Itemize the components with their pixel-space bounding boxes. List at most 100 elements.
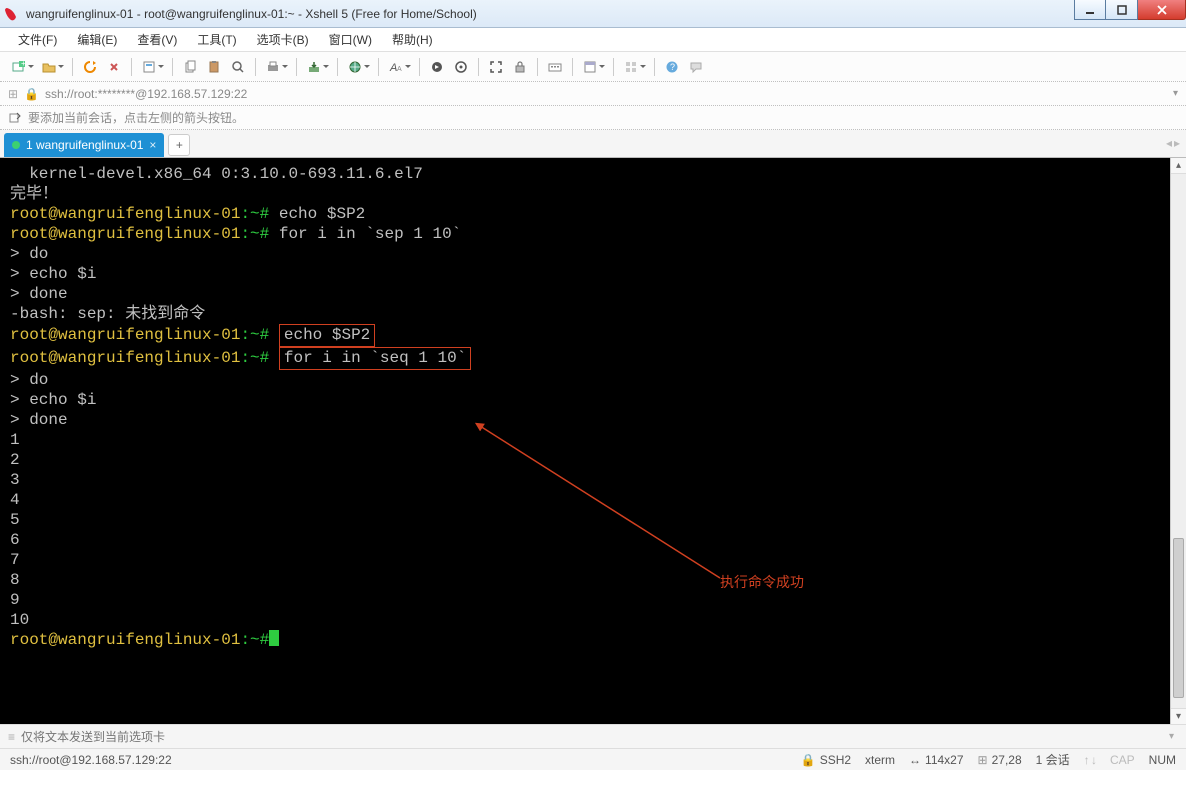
terminal-line: > done xyxy=(10,410,1160,430)
paste-button[interactable] xyxy=(203,56,225,78)
toolbar-separator xyxy=(478,58,479,76)
terminal-line: > echo $i xyxy=(10,264,1160,284)
menubar: 文件(F) 编辑(E) 查看(V) 工具(T) 选项卡(B) 窗口(W) 帮助(… xyxy=(0,28,1186,52)
terminal-line: 7 xyxy=(10,550,1160,570)
app-icon xyxy=(4,6,20,22)
font-button[interactable]: AA xyxy=(385,56,407,78)
tab-prev-icon[interactable]: ◂ xyxy=(1166,136,1172,150)
reconnect-button[interactable] xyxy=(79,56,101,78)
script-button[interactable] xyxy=(426,56,448,78)
disconnect-button[interactable] xyxy=(103,56,125,78)
address-dropdown-icon[interactable]: ▾ xyxy=(1173,88,1178,99)
properties-button[interactable] xyxy=(138,56,160,78)
terminal-line: > do xyxy=(10,370,1160,390)
terminal-line: 4 xyxy=(10,490,1160,510)
toolbar-separator xyxy=(72,58,73,76)
terminal-line: > do xyxy=(10,244,1160,264)
terminal[interactable]: kernel-devel.x86_64 0:3.10.0-693.11.6.el… xyxy=(0,158,1170,724)
svg-text:+: + xyxy=(21,60,26,68)
vertical-scrollbar[interactable]: ▴ ▾ xyxy=(1170,158,1186,724)
lock-button[interactable] xyxy=(509,56,531,78)
svg-text:A: A xyxy=(397,66,402,73)
tab-status-icon xyxy=(12,141,20,149)
menu-tools[interactable]: 工具(T) xyxy=(189,29,244,50)
tab-nav: ◂ ▸ xyxy=(1166,136,1180,150)
menu-help[interactable]: 帮助(H) xyxy=(384,29,441,50)
window-title: wangruifenglinux-01 - root@wangruifengli… xyxy=(26,7,1182,21)
fullscreen-button[interactable] xyxy=(485,56,507,78)
transfer-button[interactable] xyxy=(303,56,325,78)
toolbar-separator xyxy=(419,58,420,76)
status-sessions: 1 会话 xyxy=(1036,751,1070,768)
lock-icon: 🔒 xyxy=(24,87,39,101)
toolbar-separator xyxy=(255,58,256,76)
tab-add-button[interactable]: + xyxy=(168,134,190,156)
copy-button[interactable] xyxy=(179,56,201,78)
tab-next-icon[interactable]: ▸ xyxy=(1174,136,1180,150)
minimize-button[interactable] xyxy=(1074,0,1106,20)
close-button[interactable] xyxy=(1138,0,1186,20)
terminal-line: 1 xyxy=(10,430,1160,450)
send-input[interactable] xyxy=(21,730,1159,744)
menu-file[interactable]: 文件(F) xyxy=(10,29,65,50)
maximize-button[interactable] xyxy=(1106,0,1138,20)
toolbar-separator xyxy=(337,58,338,76)
status-num: NUM xyxy=(1149,753,1176,767)
terminal-line: 2 xyxy=(10,450,1160,470)
print-button[interactable] xyxy=(262,56,284,78)
menu-tab[interactable]: 选项卡(B) xyxy=(249,29,317,50)
svg-text:?: ? xyxy=(670,62,675,72)
status-term-type: xterm xyxy=(865,753,895,767)
terminal-line: 5 xyxy=(10,510,1160,530)
terminal-line: 3 xyxy=(10,470,1160,490)
scroll-up-icon[interactable]: ▴ xyxy=(1171,158,1186,174)
terminal-area: kernel-devel.x86_64 0:3.10.0-693.11.6.el… xyxy=(0,158,1186,724)
status-connection: ssh://root@192.168.57.129:22 xyxy=(10,753,787,767)
terminal-line: 完毕！ xyxy=(10,184,1160,204)
hint-bar: 要添加当前会话，点击左侧的箭头按钮。 xyxy=(0,106,1186,130)
scrollbar-thumb[interactable] xyxy=(1173,538,1184,698)
status-cap: CAP xyxy=(1110,753,1135,767)
session-tab[interactable]: 1 wangruifenglinux-01 × xyxy=(4,133,164,157)
menu-edit[interactable]: 编辑(E) xyxy=(69,29,125,50)
tile-button[interactable] xyxy=(620,56,642,78)
cursor-icon xyxy=(269,630,279,646)
size-icon: ↔ xyxy=(909,753,921,767)
find-button[interactable] xyxy=(227,56,249,78)
toolbar-separator xyxy=(378,58,379,76)
new-session-button[interactable]: + xyxy=(8,56,30,78)
toolbar-separator xyxy=(131,58,132,76)
grid-icon: ⊞ xyxy=(978,753,988,767)
address-input[interactable] xyxy=(45,87,1167,101)
menu-window[interactable]: 窗口(W) xyxy=(321,29,380,50)
addr-expand-icon[interactable]: ⊞ xyxy=(8,87,18,101)
toolbar-separator xyxy=(613,58,614,76)
terminal-line: root@wangruifenglinux-01:~# echo $SP2 xyxy=(10,204,1160,224)
layout-button[interactable] xyxy=(579,56,601,78)
send-bar: ≡ ▾ xyxy=(0,724,1186,748)
target-button[interactable] xyxy=(450,56,472,78)
status-size: ↔114x27 xyxy=(909,753,963,767)
tab-close-icon[interactable]: × xyxy=(149,138,156,152)
status-cursor-pos: ⊞27,28 xyxy=(978,753,1022,767)
web-button[interactable] xyxy=(344,56,366,78)
keyboard-button[interactable] xyxy=(544,56,566,78)
send-dropdown-icon[interactable]: ▾ xyxy=(1165,731,1178,742)
add-session-icon[interactable] xyxy=(8,111,22,125)
terminal-line: > echo $i xyxy=(10,390,1160,410)
address-bar: ⊞ 🔒 ▾ xyxy=(0,82,1186,106)
menu-view[interactable]: 查看(V) xyxy=(129,29,185,50)
terminal-line: 10 xyxy=(10,610,1160,630)
send-menu-icon[interactable]: ≡ xyxy=(8,730,15,744)
status-protocol: 🔒SSH2 xyxy=(801,753,851,767)
terminal-line: root@wangruifenglinux-01:~# xyxy=(10,630,1160,650)
help-button[interactable]: ? xyxy=(661,56,683,78)
toolbar-separator xyxy=(537,58,538,76)
comment-button[interactable] xyxy=(685,56,707,78)
open-button[interactable] xyxy=(38,56,60,78)
titlebar: wangruifenglinux-01 - root@wangruifengli… xyxy=(0,0,1186,28)
terminal-line: 8 xyxy=(10,570,1160,590)
scroll-down-icon[interactable]: ▾ xyxy=(1171,708,1186,724)
terminal-line: -bash: sep: 未找到命令 xyxy=(10,304,1160,324)
status-transfer-icon: ↑ ↓ xyxy=(1084,753,1096,767)
